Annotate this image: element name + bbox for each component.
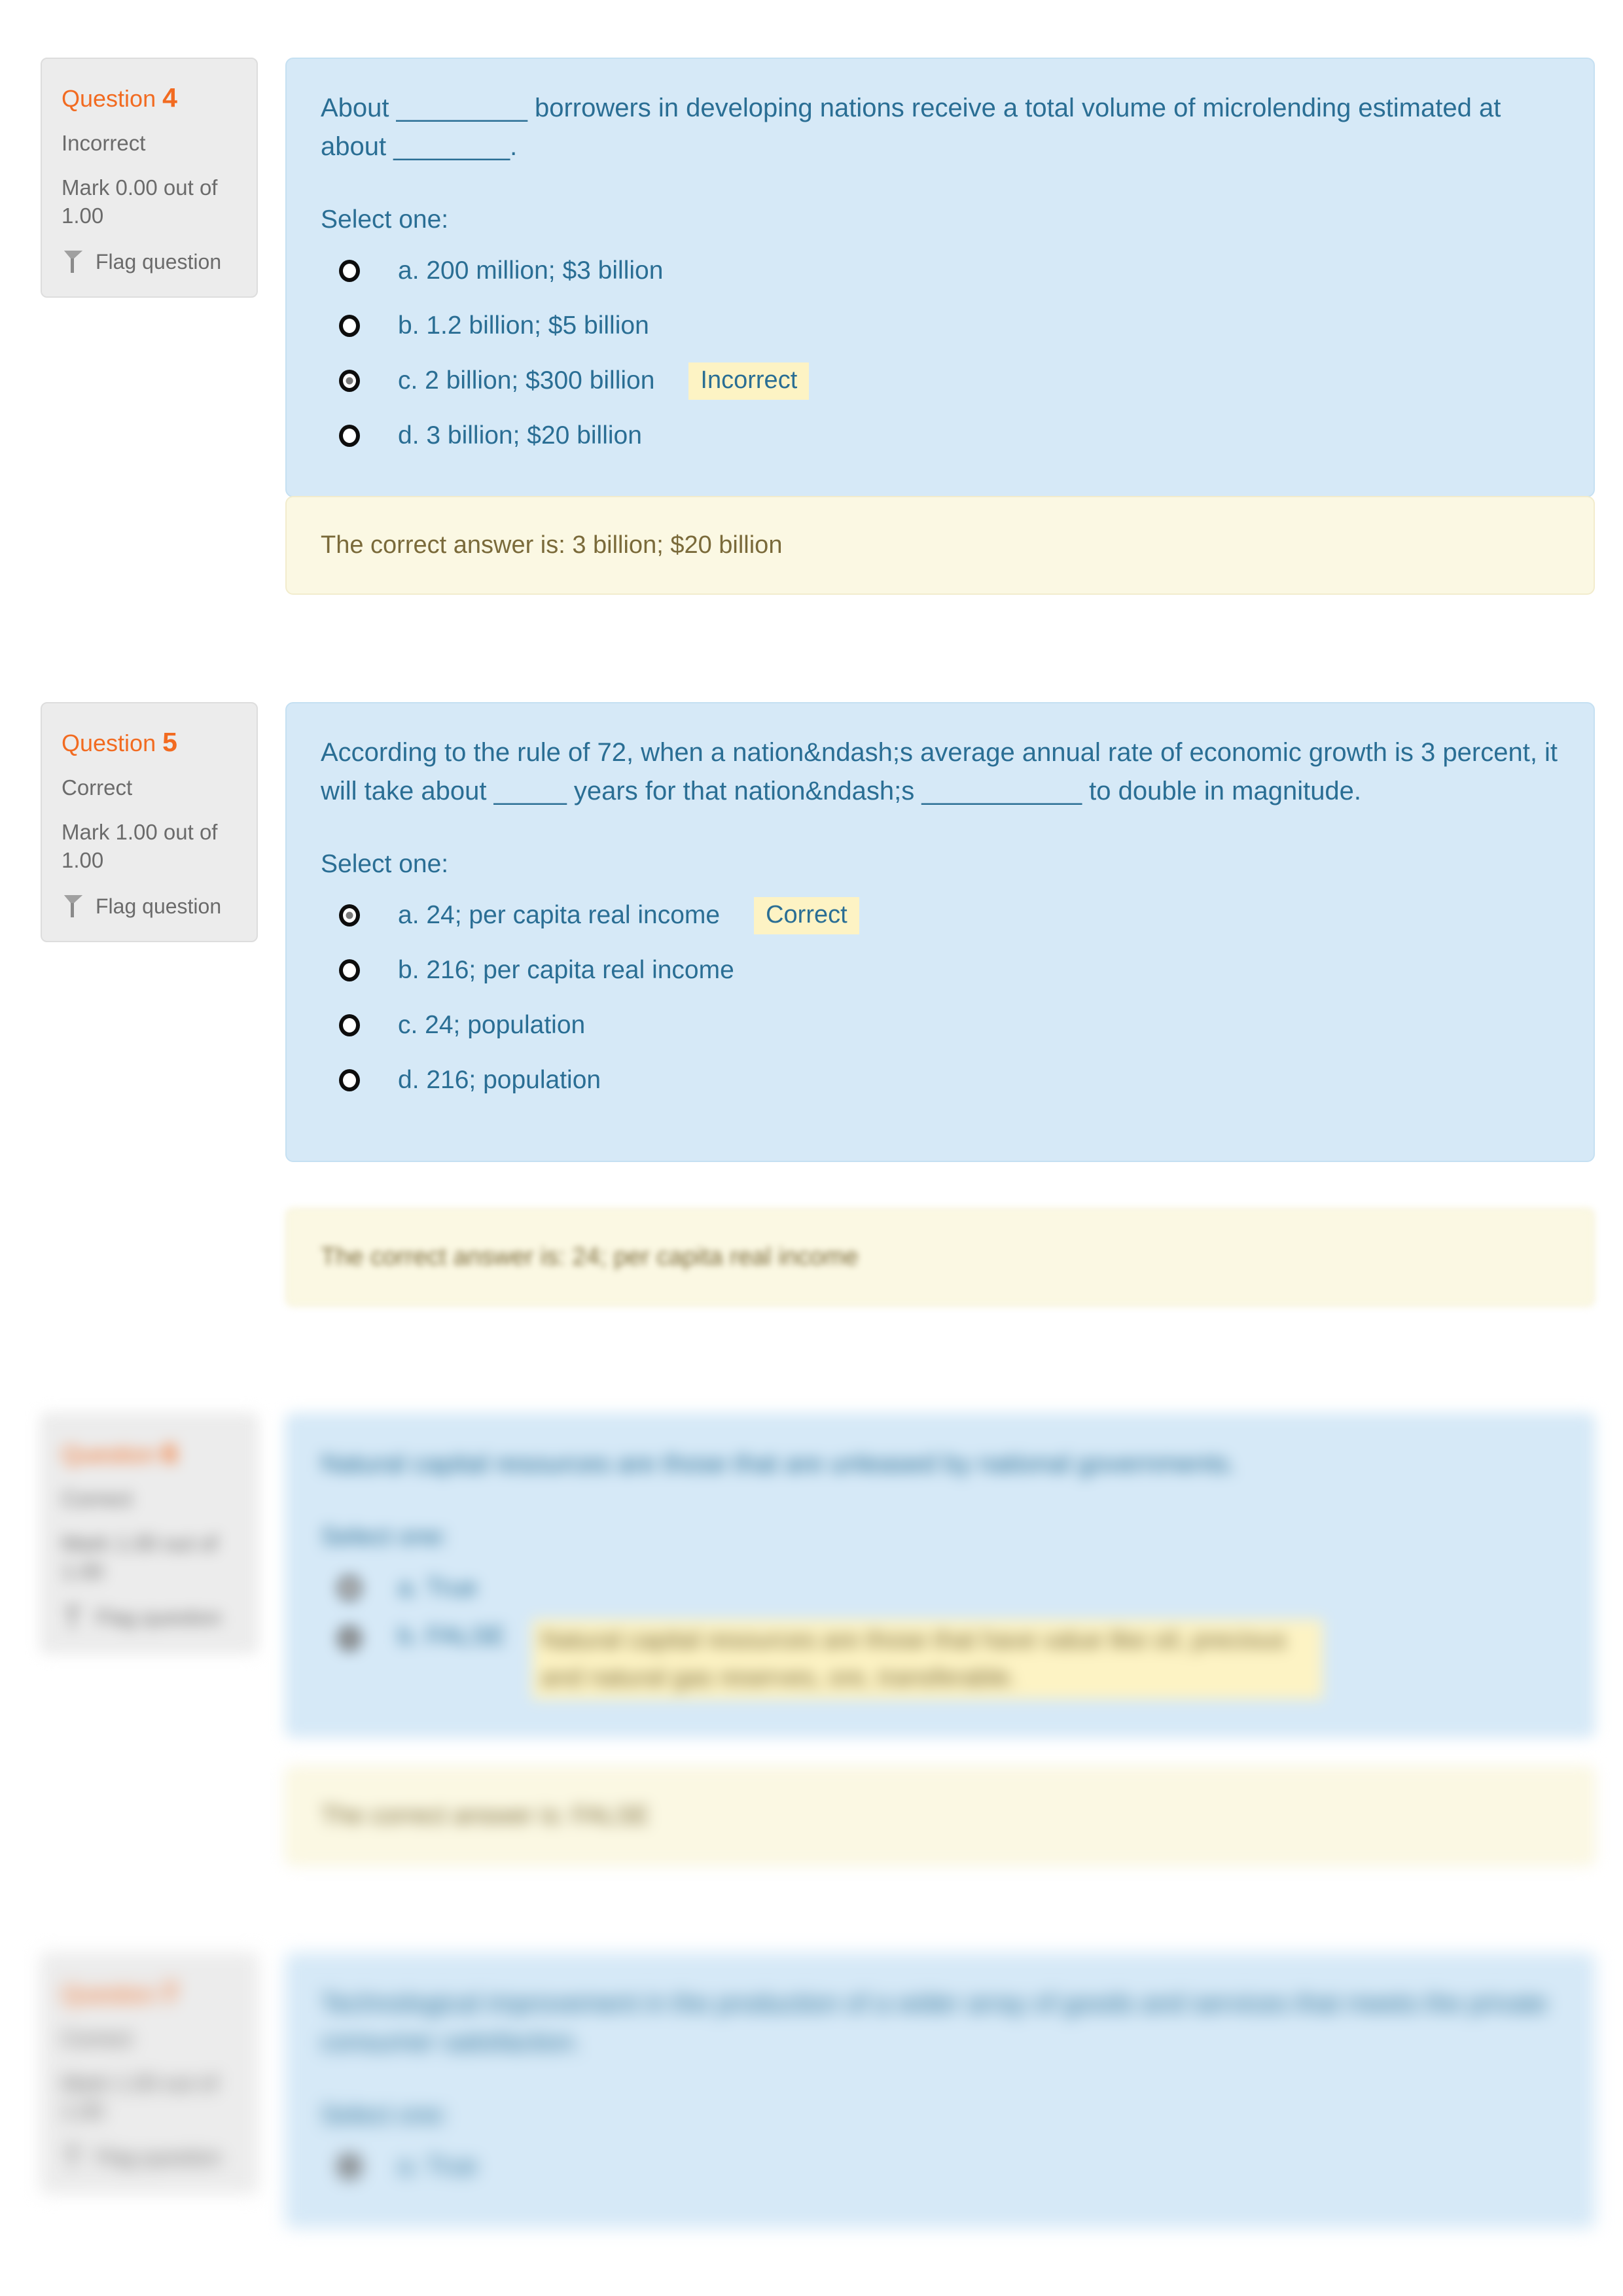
question-word-6: Question: [62, 1441, 156, 1468]
radio-button-5b[interactable]: [339, 959, 360, 982]
question-mark-6: Mark 1.00 out of 1.00: [62, 1530, 218, 1584]
flag-question-label-4: Flag question: [96, 249, 222, 274]
answer-feedback-6b: Natural capital resources are those that…: [531, 1619, 1323, 1700]
flag-question-label-6: Flag question: [96, 1605, 222, 1629]
question-title-4: Question 4: [62, 82, 237, 113]
answer-option-5b[interactable]: b. 216; per capita real income: [321, 943, 1560, 998]
answer-option-6a[interactable]: a. True: [321, 1561, 1560, 1616]
answer-list-6: a. True b. FALSE Natural capital resourc…: [321, 1561, 1560, 1703]
question-word-4: Question: [62, 85, 156, 112]
answer-option-7a[interactable]: a. True: [321, 2139, 1560, 2194]
answer-option-4a[interactable]: a. 200 million; $3 billion: [321, 243, 1560, 298]
question-title-6: Question 6: [62, 1438, 237, 1469]
answer-label-4d: d. 3 billion; $20 billion: [398, 421, 642, 450]
question-text-4: About _________ borrowers in developing …: [321, 94, 1501, 162]
question-feedback-panel-5: The correct answer is: 24; per capita re…: [285, 1208, 1595, 1307]
radio-button-4b[interactable]: [339, 315, 360, 338]
answer-option-6b[interactable]: b. FALSE Natural capital resources are t…: [321, 1616, 1560, 1703]
answer-badge-4c: Incorrect: [688, 362, 810, 400]
radio-button-4c[interactable]: [339, 370, 360, 393]
answer-label-5a: a. 24; per capita real income: [398, 901, 721, 930]
answer-option-4c[interactable]: c. 2 billion; $300 billion Incorrect: [321, 353, 1560, 408]
question-title-5: Question 5: [62, 727, 237, 758]
question-state-7: Correct: [62, 2026, 133, 2051]
answer-label-4a: a. 200 million; $3 billion: [398, 256, 664, 285]
question-content-panel-4: About _________ borrowers in developing …: [285, 58, 1595, 498]
correct-answer-text-6: The correct answer is: FALSE: [321, 1802, 650, 1829]
question-title-7: Question 7: [62, 1978, 237, 2009]
select-one-label-7: Select one:: [321, 2101, 449, 2130]
question-number-4: 4: [162, 82, 177, 113]
flag-icon: [62, 250, 84, 274]
question-info-panel-4: Question 4 Incorrect Mark 0.00 out of 1.…: [41, 58, 258, 298]
radio-button-5d[interactable]: [339, 1069, 360, 1092]
question-word-7: Question: [62, 1981, 156, 2007]
question-number-5: 5: [162, 727, 177, 757]
answer-label-4c: c. 2 billion; $300 billion: [398, 366, 655, 395]
question-text-7: Technological improvement in the product…: [321, 1989, 1548, 2057]
question-state-5: Correct: [62, 775, 133, 800]
flag-icon: [62, 894, 84, 918]
answer-option-5d[interactable]: d. 216; population: [321, 1053, 1560, 1108]
radio-button-4a[interactable]: [339, 260, 360, 283]
flag-question-button-4[interactable]: Flag question: [62, 250, 237, 274]
answer-option-4b[interactable]: b. 1.2 billion; $5 billion: [321, 298, 1560, 353]
radio-button-5a[interactable]: [339, 904, 360, 927]
flag-question-button-6[interactable]: Flag question: [62, 1606, 237, 1630]
answer-label-6a: a. True: [398, 1574, 478, 1602]
answer-badge-5a: Correct: [754, 896, 859, 934]
answer-list-7: a. True: [321, 2139, 1560, 2194]
answer-label-5c: c. 24; population: [398, 1011, 586, 1040]
correct-answer-text-4: The correct answer is: 3 billion; $20 bi…: [321, 531, 783, 559]
question-text-5: According to the rule of 72, when a nati…: [321, 738, 1558, 806]
question-feedback-panel-6: The correct answer is: FALSE: [285, 1767, 1595, 1866]
question-content-panel-6: Natural capital resources are those that…: [285, 1413, 1595, 1738]
answer-label-4b: b. 1.2 billion; $5 billion: [398, 311, 649, 340]
radio-button-6a[interactable]: [339, 1577, 360, 1600]
question-info-panel-5: Question 5 Correct Mark 1.00 out of 1.00…: [41, 702, 258, 942]
question-content-panel-7: Technological improvement in the product…: [285, 1953, 1595, 2228]
flag-icon: [62, 2146, 84, 2169]
answer-label-6b: b. FALSE: [398, 1622, 506, 1651]
question-word-5: Question: [62, 730, 156, 756]
flag-icon: [62, 1606, 84, 1629]
answer-option-4d[interactable]: d. 3 billion; $20 billion: [321, 408, 1560, 463]
answer-list-4: a. 200 million; $3 billion b. 1.2 billio…: [321, 243, 1560, 463]
answer-label-5b: b. 216; per capita real income: [398, 956, 734, 985]
question-mark-7: Mark 1.00 out of 1.00: [62, 2070, 218, 2124]
question-feedback-panel-4: The correct answer is: 3 billion; $20 bi…: [285, 496, 1595, 595]
answer-label-5d: d. 216; population: [398, 1066, 601, 1095]
question-mark-5: Mark 1.00 out of 1.00: [62, 819, 218, 873]
select-one-label-4: Select one:: [321, 205, 449, 234]
answer-label-7a: a. True: [398, 2152, 478, 2181]
correct-answer-text-5: The correct answer is: 24; per capita re…: [321, 1243, 859, 1271]
question-number-7: 7: [162, 1978, 177, 2008]
question-state-4: Incorrect: [62, 131, 146, 156]
flag-question-button-7[interactable]: Flag question: [62, 2146, 237, 2170]
question-number-6: 6: [162, 1438, 177, 1468]
flag-question-label-5: Flag question: [96, 894, 222, 918]
question-mark-4: Mark 0.00 out of 1.00: [62, 175, 218, 228]
answer-list-5: a. 24; per capita real income Correct b.…: [321, 888, 1560, 1108]
radio-button-4d[interactable]: [339, 425, 360, 448]
question-content-panel-5: According to the rule of 72, when a nati…: [285, 702, 1595, 1162]
select-one-label-6: Select one:: [321, 1523, 449, 1551]
question-info-panel-6: Question 6 Correct Mark 1.00 out of 1.00…: [41, 1413, 258, 1653]
question-state-6: Correct: [62, 1487, 133, 1511]
question-info-panel-7: Question 7 Correct Mark 1.00 out of 1.00…: [41, 1953, 258, 2193]
radio-button-6b[interactable]: [339, 1627, 360, 1650]
answer-option-5c[interactable]: c. 24; population: [321, 998, 1560, 1053]
flag-question-button-5[interactable]: Flag question: [62, 894, 237, 919]
radio-button-7a[interactable]: [339, 2155, 360, 2178]
answer-option-5a[interactable]: a. 24; per capita real income Correct: [321, 888, 1560, 943]
select-one-label-5: Select one:: [321, 850, 449, 879]
quiz-review-page: Question 4 Incorrect Mark 0.00 out of 1.…: [0, 0, 1623, 2296]
flag-question-label-7: Flag question: [96, 2145, 222, 2169]
radio-button-5c[interactable]: [339, 1014, 360, 1037]
question-text-6: Natural capital resources are those that…: [321, 1449, 1236, 1478]
